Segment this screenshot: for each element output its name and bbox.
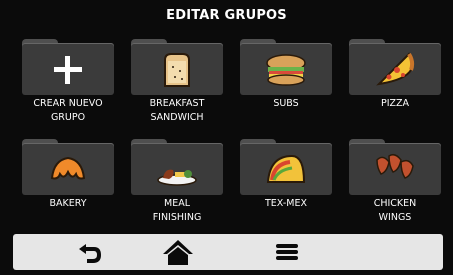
sub-sandwich-icon — [266, 54, 306, 86]
group-tile-chicken-wings[interactable]: CHICKEN WINGS — [349, 139, 441, 235]
group-tile-pizza[interactable]: PIZZA — [349, 39, 441, 135]
group-label: PIZZA — [380, 98, 410, 109]
group-label: CHICKEN WINGS — [373, 198, 417, 223]
group-tile-breakfast-sandwich[interactable]: BREAKFAST SANDWICH — [131, 39, 223, 135]
home-button[interactable] — [149, 237, 207, 267]
group-label: BAKERY — [49, 198, 87, 209]
home-icon — [163, 240, 193, 265]
group-label: SUBS — [273, 98, 299, 109]
group-tile-subs[interactable]: SUBS — [240, 39, 332, 135]
group-tile-bakery[interactable]: BAKERY — [22, 139, 114, 235]
group-grid: CREAR NUEVO GRUPO BREAKFAST SANDWICH SUB… — [22, 39, 442, 234]
group-label: MEAL FINISHING — [152, 198, 202, 223]
taco-icon — [266, 154, 306, 183]
bottom-nav-bar — [13, 234, 443, 270]
group-label: CREAR NUEVO GRUPO — [33, 98, 103, 123]
group-label: TEX-MEX — [265, 198, 307, 209]
plus-icon — [54, 56, 82, 84]
sandwich-icon — [164, 53, 190, 87]
group-label: BREAKFAST SANDWICH — [149, 98, 205, 123]
group-tile-meal-finishing[interactable]: MEAL FINISHING — [131, 139, 223, 235]
group-tile-create-new[interactable]: CREAR NUEVO GRUPO — [22, 39, 114, 135]
menu-icon — [276, 244, 298, 260]
back-button[interactable] — [61, 237, 119, 267]
back-arrow-icon — [79, 244, 101, 263]
page-title: EDITAR GRUPOS — [166, 8, 287, 23]
chicken-wings-icon — [376, 153, 414, 179]
pizza-slice-icon — [376, 52, 415, 86]
croissant-icon — [50, 156, 86, 180]
menu-button[interactable] — [258, 237, 316, 267]
meal-plate-icon — [157, 169, 197, 186]
group-tile-tex-mex[interactable]: TEX-MEX — [240, 139, 332, 235]
